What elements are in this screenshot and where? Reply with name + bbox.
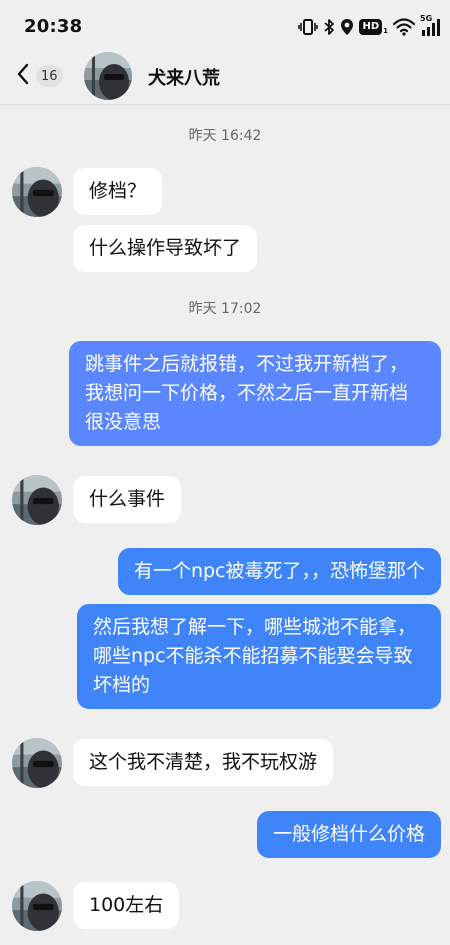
message-list[interactable]: 昨天 16:42 修档？ 什么操作导致坏了 昨天 17:02 跳事件之后就报错，… (0, 0, 450, 945)
message-bubble-incoming[interactable]: 什么事件 (73, 476, 182, 523)
timestamp-divider: 昨天 17:02 (188, 301, 262, 317)
message-bubble-incoming[interactable]: 什么操作导致坏了 (73, 225, 258, 272)
sender-avatar[interactable] (12, 167, 62, 217)
sender-avatar[interactable] (12, 475, 62, 525)
message-bubble-outgoing[interactable]: 有一个npc被毒死了，，恐怖堡那个 (117, 548, 441, 595)
sender-avatar[interactable] (12, 881, 62, 931)
message-bubble-outgoing[interactable]: 然后我想了解一下，哪些城池不能拿，哪些npc不能杀不能招募不能娶会导致坏档的 (77, 604, 441, 709)
message-bubble-incoming[interactable]: 100左右 (73, 882, 180, 929)
message-bubble-outgoing[interactable]: 一般修档什么价格 (256, 811, 441, 858)
sender-avatar[interactable] (12, 738, 62, 788)
message-bubble-incoming[interactable]: 修档？ (73, 168, 163, 215)
message-bubble-outgoing[interactable]: 跳事件之后就报错，不过我开新档了，我想问一下价格，不然之后一直开新档很没意思 (69, 341, 441, 446)
message-bubble-incoming[interactable]: 这个我不清楚，我不玩权游 (73, 739, 334, 786)
timestamp-divider: 昨天 16:42 (188, 128, 262, 144)
